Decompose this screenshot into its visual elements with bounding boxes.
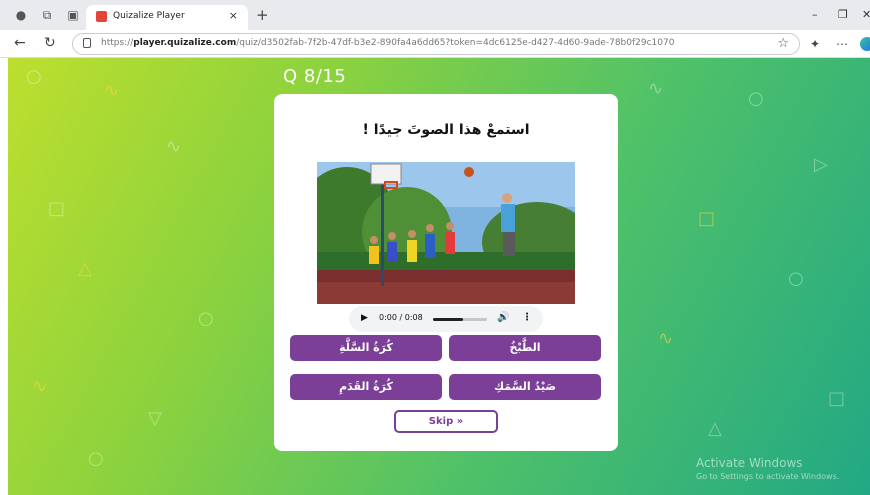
more-options-icon[interactable]: ⋮ [522, 312, 532, 323]
watermark-subtitle: Go to Settings to activate Windows. [696, 472, 840, 481]
skip-button[interactable]: Skip » [394, 410, 498, 433]
decor-square-icon: □ [48, 198, 66, 219]
decor-square-icon: □ [698, 208, 716, 229]
browser-tab-strip: ● ⧉ ▣ Quizalize Player × + – ❐ ✕ [0, 0, 870, 30]
decor-square-icon: □ [828, 388, 846, 409]
volume-icon[interactable]: 🔊 [497, 312, 509, 323]
answer-option-basketball[interactable]: كُرَةُ السَّلَّةِ [290, 335, 442, 361]
favorites-bar-icon[interactable]: ✦ [810, 37, 820, 51]
browser-tab-quizalize[interactable]: Quizalize Player × [86, 5, 248, 30]
new-tab-button[interactable]: + [256, 6, 269, 24]
decor-circle-icon: ○ [88, 448, 104, 469]
answer-option-cooking[interactable]: الطَّبْخُ [449, 335, 601, 361]
decor-triangle-icon: △ [708, 418, 722, 439]
decor-squiggle-icon: ∿ [104, 80, 120, 101]
favorite-star-icon[interactable]: ☆ [777, 36, 789, 51]
play-icon[interactable]: ▶ [361, 313, 368, 323]
restore-icon[interactable]: ❐ [838, 8, 848, 21]
activate-windows-watermark: Activate Windows Go to Settings to activ… [696, 456, 839, 481]
watermark-title: Activate Windows [696, 456, 803, 470]
decor-circle-icon: ○ [26, 66, 42, 87]
profile-icon[interactable]: ● [14, 9, 28, 21]
decor-zigzag-icon: ∿ [166, 136, 182, 157]
tab-actions-icon[interactable]: ▣ [66, 9, 80, 21]
lock-icon [83, 38, 91, 48]
answer-option-fishing[interactable]: صَيْدُ السَّمَكِ [449, 374, 601, 400]
question-card: استمعْ هذا الصوتَ جيدًا ! ▶ 0:00 / 0:08 … [274, 94, 618, 451]
decor-zigzag-icon: ∿ [658, 328, 674, 349]
decor-triangle-icon: △ [78, 258, 92, 279]
decor-circle-icon: ○ [788, 268, 804, 289]
close-window-icon[interactable]: ✕ [862, 8, 870, 21]
url-text: https://player.quizalize.com/quiz/d3502f… [101, 38, 675, 48]
audio-time: 0:00 / 0:08 [379, 313, 423, 322]
decor-squiggle-icon: ∿ [32, 376, 48, 397]
more-menu-icon[interactable]: ⋯ [836, 37, 848, 51]
minimize-icon[interactable]: – [812, 8, 818, 21]
decor-circle-icon: ○ [198, 308, 214, 329]
decor-triangle-icon: ▷ [814, 154, 828, 175]
edge-copilot-icon[interactable] [860, 37, 870, 51]
question-text: استمعْ هذا الصوتَ جيدًا ! [362, 122, 530, 138]
quizalize-favicon-icon [96, 11, 107, 22]
answer-option-football[interactable]: كُرَةُ القَدَمِ [290, 374, 442, 400]
back-arrow-icon[interactable]: ← [14, 36, 26, 50]
decor-circle-icon: ○ [748, 88, 764, 109]
audio-progress-fill [433, 318, 463, 321]
audio-seek-bar[interactable] [433, 318, 487, 321]
question-image [317, 162, 575, 304]
address-bar[interactable]: https://player.quizalize.com/quiz/d3502f… [72, 33, 800, 55]
quiz-page: ○ ∿ ∿ □ △ ○ ∿ ▽ ○ ∿ ○ ▷ □ ○ ∿ □ △ Q 8/15… [8, 58, 870, 495]
refresh-icon[interactable]: ↻ [44, 36, 56, 50]
browser-toolbar: ← ↻ https://player.quizalize.com/quiz/d3… [0, 30, 870, 58]
basketball-scene-image [317, 162, 575, 304]
audio-player: ▶ 0:00 / 0:08 🔊 ⋮ [349, 306, 543, 332]
question-counter: Q 8/15 [283, 66, 347, 87]
decor-triangle-icon: ▽ [148, 408, 162, 429]
close-tab-icon[interactable]: × [229, 9, 238, 22]
collections-icon[interactable]: ⧉ [40, 9, 54, 21]
decor-squiggle-icon: ∿ [648, 78, 664, 99]
tab-title: Quizalize Player [113, 11, 185, 21]
